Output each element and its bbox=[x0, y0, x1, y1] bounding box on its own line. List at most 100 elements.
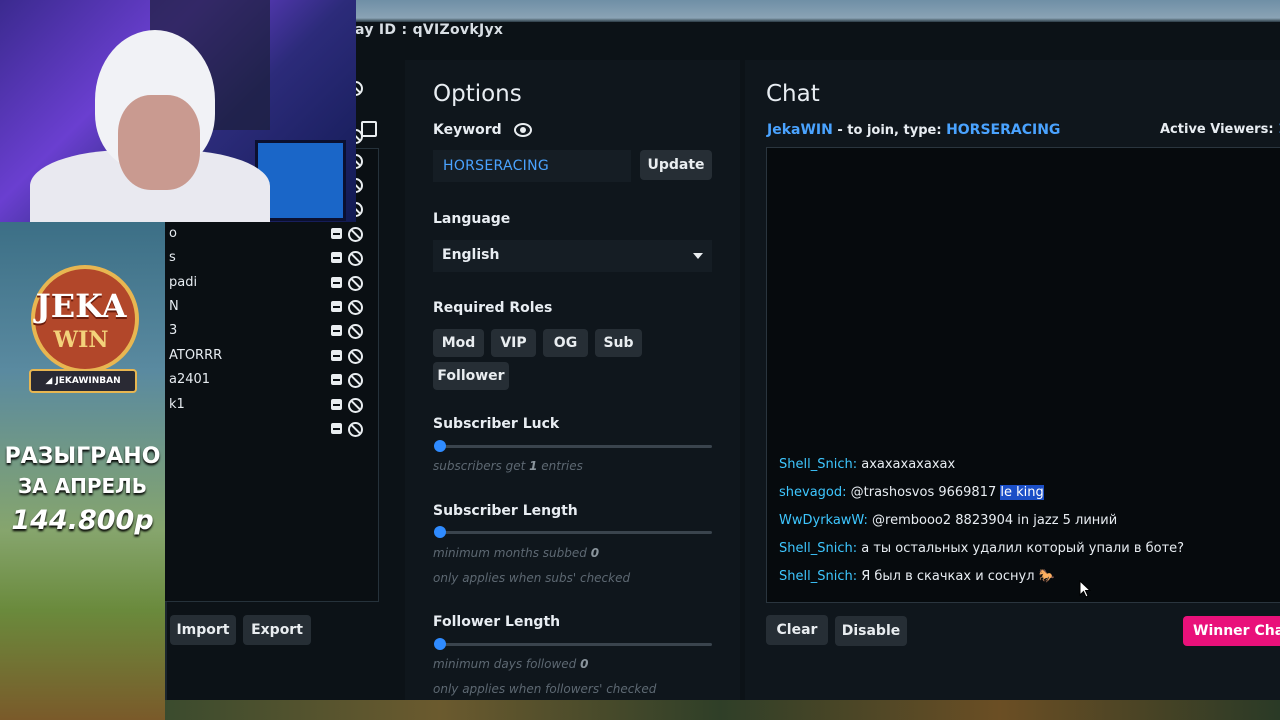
participant-name: o bbox=[169, 226, 177, 241]
role-mod-button[interactable]: Mod bbox=[433, 329, 484, 357]
webcam-overlay bbox=[0, 0, 356, 222]
chat-username[interactable]: Shell_Snich: bbox=[779, 569, 857, 584]
chevron-down-icon bbox=[693, 253, 703, 259]
fol-length-label: Follower Length bbox=[433, 614, 561, 630]
chat-username[interactable]: Shell_Snich: bbox=[779, 457, 857, 472]
channel-name: JekaWIN bbox=[767, 122, 833, 138]
participant-row bbox=[165, 418, 378, 442]
minus-square-icon[interactable] bbox=[331, 374, 342, 385]
ban-icon[interactable] bbox=[348, 227, 363, 242]
chat-highlight: le king bbox=[1000, 485, 1044, 500]
participant-row: o bbox=[165, 223, 378, 247]
keyword-label: Keyword bbox=[433, 122, 502, 138]
participant-name: s bbox=[169, 250, 176, 265]
ban-icon[interactable] bbox=[348, 373, 363, 388]
chat-message: Shell_Snich: ахахахахахах bbox=[779, 457, 955, 472]
chat-username[interactable]: shevagod: bbox=[779, 485, 847, 500]
chat-username[interactable]: Shell_Snich: bbox=[779, 541, 857, 556]
participant-row: padi bbox=[165, 272, 378, 296]
role-og-button[interactable]: OG bbox=[543, 329, 588, 357]
chat-message: WwDyrkawW: @rembooo2 8823904 in jazz 5 л… bbox=[779, 513, 1117, 528]
minus-square-icon[interactable] bbox=[331, 301, 342, 312]
options-title: Options bbox=[433, 81, 522, 107]
chat-text: @trashosvos 9669817 bbox=[846, 485, 1001, 500]
sub-length-label: Subscriber Length bbox=[433, 503, 578, 519]
banner-line-1: РАЗЫГРАНО bbox=[4, 444, 161, 469]
logo-tag: ◢ JEKAWINBAN bbox=[29, 369, 137, 393]
roles-label: Required Roles bbox=[433, 300, 553, 316]
ban-icon[interactable] bbox=[348, 300, 363, 315]
fol-length-note: only applies when followers' checked bbox=[433, 682, 657, 696]
participant-name: padi bbox=[169, 275, 198, 290]
active-viewers: Active Viewers: 10 bbox=[1160, 122, 1280, 137]
role-sub-button[interactable]: Sub bbox=[595, 329, 642, 357]
slider-thumb[interactable] bbox=[434, 440, 446, 452]
chat-text: Я был в скачках и соснул 🐎 bbox=[857, 569, 1055, 584]
participant-name: N bbox=[169, 299, 179, 314]
role-vip-button[interactable]: VIP bbox=[491, 329, 536, 357]
sub-length-slider[interactable] bbox=[434, 526, 712, 538]
disable-button[interactable]: Disable bbox=[835, 616, 907, 646]
banner-line-3: 144.800р bbox=[11, 505, 154, 536]
chat-log bbox=[766, 147, 1280, 603]
participant-name: 3 bbox=[169, 323, 178, 338]
minus-square-icon[interactable] bbox=[331, 228, 342, 239]
language-label: Language bbox=[433, 211, 511, 227]
sub-luck-hint: subscribers get 1 entries bbox=[433, 459, 583, 473]
ban-icon[interactable] bbox=[348, 422, 363, 437]
participant-name: k1 bbox=[169, 397, 185, 412]
eye-icon[interactable] bbox=[514, 123, 532, 137]
winner-chat-button[interactable]: Winner Chat bbox=[1183, 616, 1280, 646]
ban-icon[interactable] bbox=[348, 398, 363, 413]
ban-icon[interactable] bbox=[348, 349, 363, 364]
export-button[interactable]: Export bbox=[243, 615, 311, 645]
participant-row: a2401 bbox=[165, 369, 378, 393]
fol-length-hint: minimum days followed 0 bbox=[433, 657, 589, 671]
join-keyword: HORSERACING bbox=[946, 122, 1061, 138]
ban-icon[interactable] bbox=[348, 276, 363, 291]
minus-square-icon[interactable] bbox=[331, 252, 342, 263]
ban-icon[interactable] bbox=[348, 251, 363, 266]
slider-thumb[interactable] bbox=[434, 526, 446, 538]
background-ground bbox=[160, 700, 1280, 720]
logo-bottom-text: WIN bbox=[53, 327, 109, 353]
sub-length-note: only applies when subs' checked bbox=[433, 571, 631, 585]
chat-text: ахахахахахах bbox=[857, 457, 956, 472]
chat-text: @rembooo2 8823904 in jazz 5 линий bbox=[867, 513, 1118, 528]
logo-top-text: JEKA bbox=[35, 287, 127, 325]
participant-row: 3 bbox=[165, 320, 378, 344]
webcam-person-face bbox=[118, 95, 200, 190]
keyword-input[interactable]: HORSERACING bbox=[433, 150, 631, 182]
chat-username[interactable]: WwDyrkawW: bbox=[779, 513, 868, 528]
language-value: English bbox=[442, 247, 500, 263]
update-button[interactable]: Update bbox=[640, 150, 712, 180]
participant-name: a2401 bbox=[169, 372, 211, 387]
participant-row: ATORRR bbox=[165, 345, 378, 369]
sub-length-hint: minimum months subbed 0 bbox=[433, 546, 600, 560]
participant-row: s bbox=[165, 247, 378, 271]
jekawin-logo: JEKA WIN ◢ JEKAWINBAN bbox=[25, 247, 139, 397]
chat-message: Shell_Snich: Я был в скачках и соснул 🐎 bbox=[779, 569, 1055, 584]
chat-message: shevagod: @trashosvos 9669817 le king bbox=[779, 485, 1044, 500]
join-instructions: JekaWIN - to join, type: HORSERACING bbox=[767, 122, 1061, 138]
ban-icon[interactable] bbox=[348, 324, 363, 339]
stream-banner: JEKA WIN ◢ JEKAWINBAN РАЗЫГРАНО ЗА АПРЕЛ… bbox=[0, 222, 165, 720]
role-follower-button[interactable]: Follower bbox=[433, 362, 509, 390]
minus-square-icon[interactable] bbox=[331, 423, 342, 434]
language-select[interactable]: English bbox=[433, 240, 712, 272]
banner-line-2: ЗА АПРЕЛЬ bbox=[17, 474, 148, 498]
minus-square-icon[interactable] bbox=[331, 399, 342, 410]
mouse-cursor-icon bbox=[1079, 580, 1091, 598]
chat-message: Shell_Snich: а ты остальных удалил котор… bbox=[779, 541, 1184, 556]
minus-square-icon[interactable] bbox=[331, 277, 342, 288]
slider-thumb[interactable] bbox=[434, 638, 446, 650]
clear-button[interactable]: Clear bbox=[766, 615, 828, 645]
participant-row: k1 bbox=[165, 394, 378, 418]
minus-square-icon[interactable] bbox=[331, 325, 342, 336]
import-button[interactable]: Import bbox=[170, 615, 236, 645]
minus-square-icon[interactable] bbox=[331, 350, 342, 361]
participant-name: ATORRR bbox=[169, 348, 223, 363]
sub-luck-slider[interactable] bbox=[434, 440, 712, 452]
fol-length-slider[interactable] bbox=[434, 638, 712, 650]
chat-title: Chat bbox=[766, 81, 820, 107]
